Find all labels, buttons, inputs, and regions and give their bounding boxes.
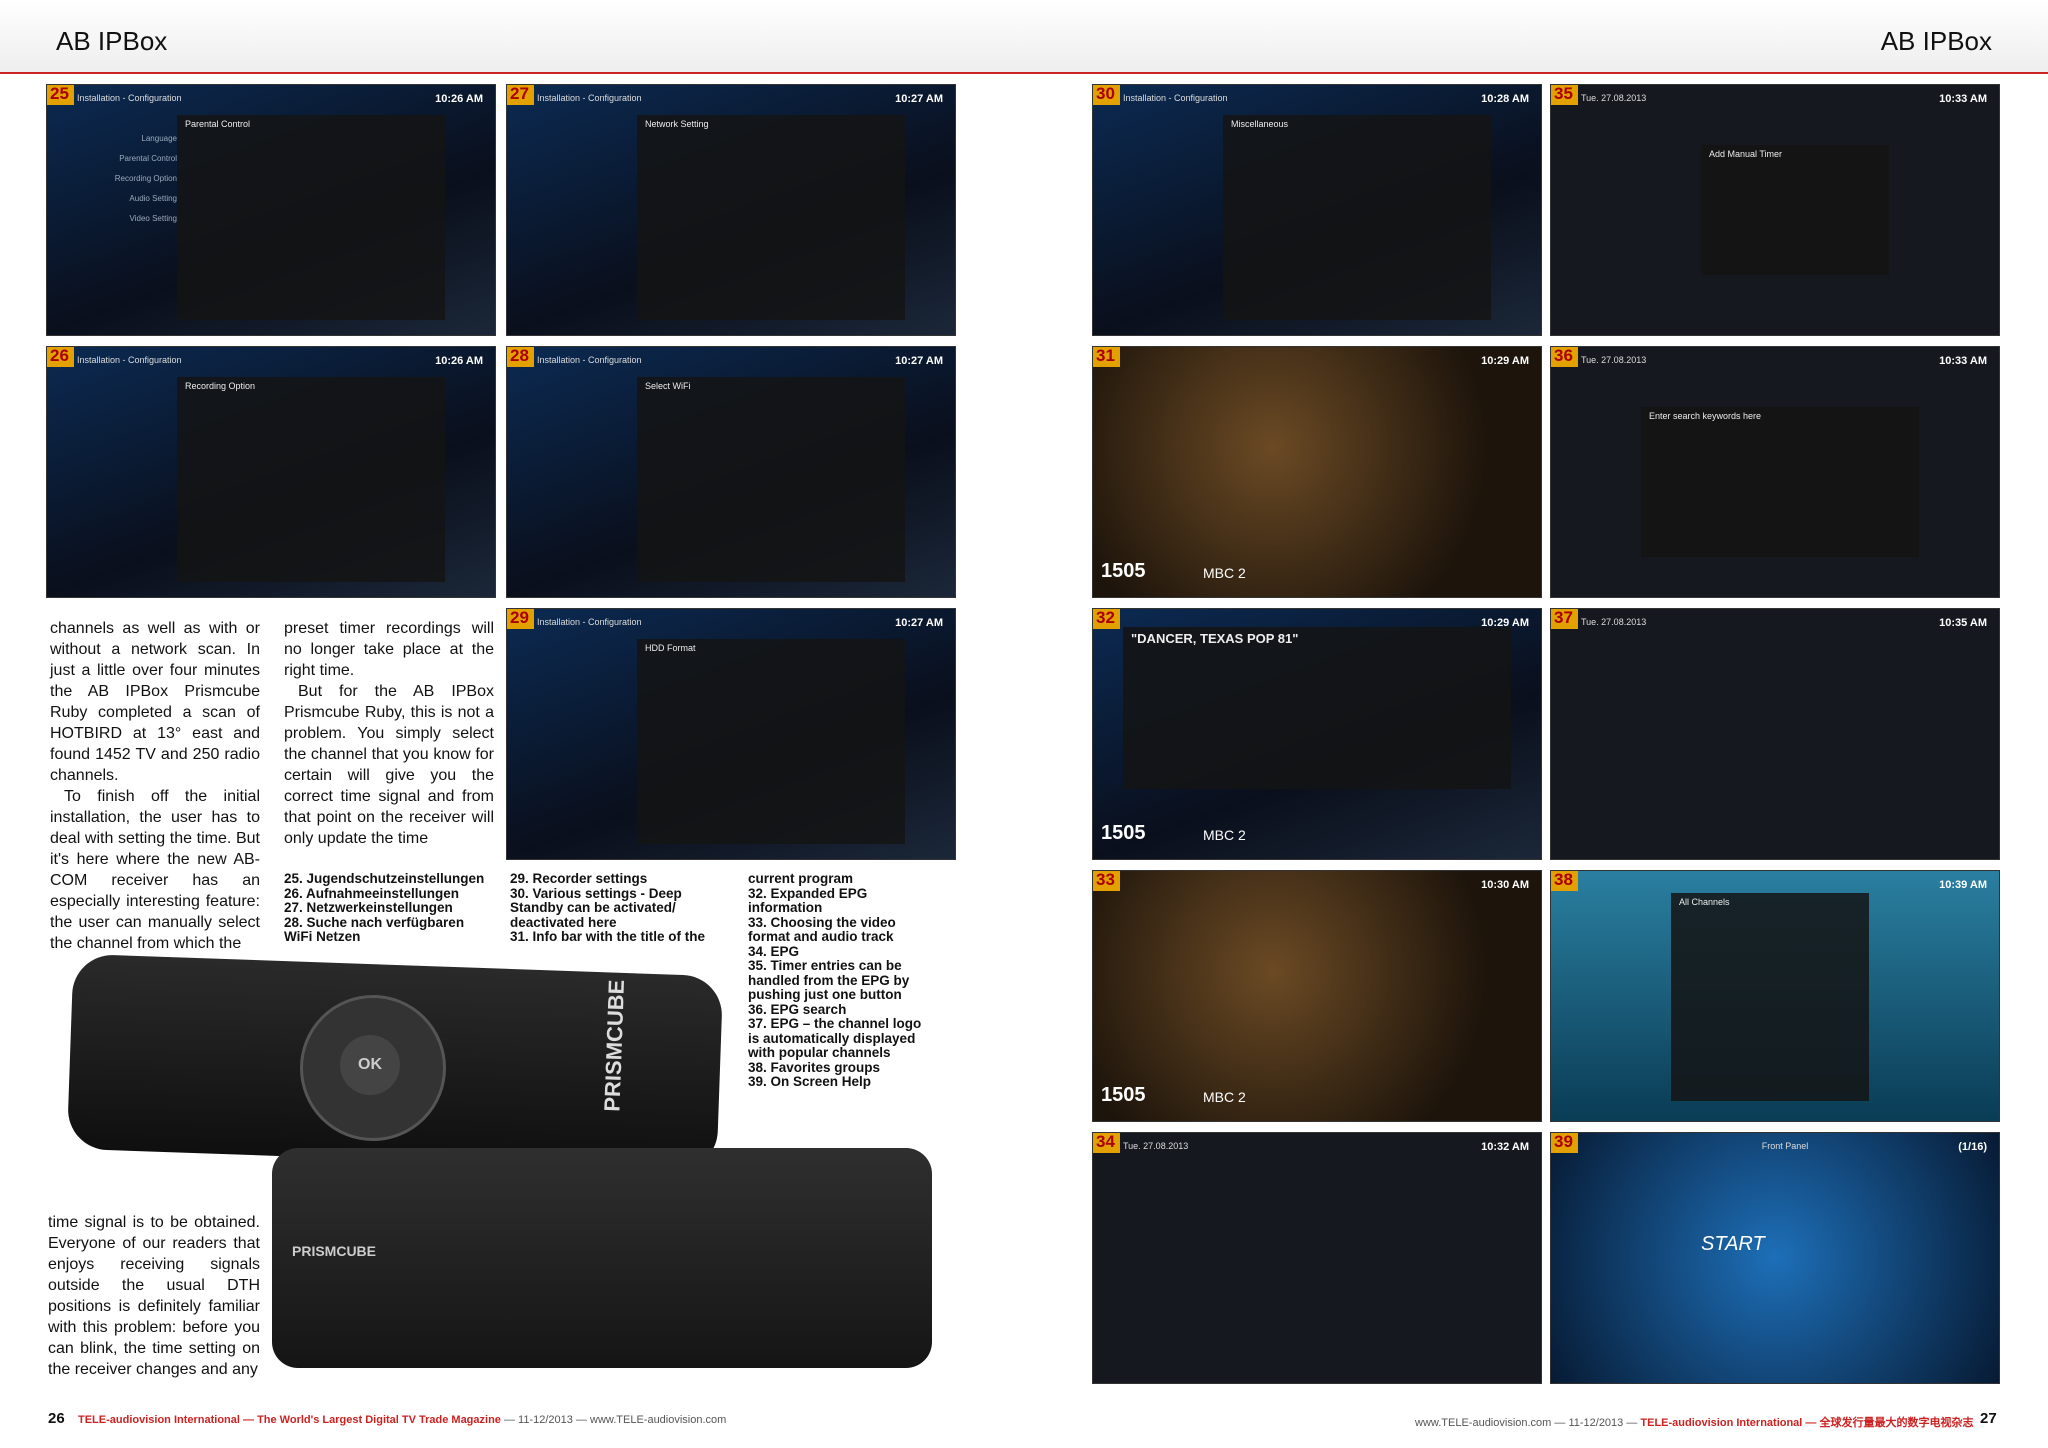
screen-33: 33 10:30 AM 1505 MBC 2	[1092, 870, 1542, 1122]
keyboard-photo: PRISMCUBE	[272, 1148, 932, 1368]
body-col-1: channels as well as with or without a ne…	[50, 620, 260, 952]
captions-b: 29. Recorder settings 30. Various settin…	[510, 871, 706, 944]
screen-35: 35 Tue. 27.08.2013 10:33 AM Add Manual T…	[1550, 84, 2000, 336]
body-col-2: preset timer recordings will no longer t…	[284, 620, 494, 847]
screen-38: 38 10:39 AM All Channels	[1550, 870, 2000, 1122]
screen-39: 39 Front Panel (1/16) START	[1550, 1132, 2000, 1384]
screen-34: 34 Tue. 27.08.2013 10:32 AM	[1092, 1132, 1542, 1384]
screen-29: 29 Installation - Configuration 10:27 AM…	[506, 608, 956, 860]
footer-right: www.TELE-audiovision.com — 11-12/2013 — …	[1415, 1417, 1974, 1429]
screen-31: 31 10:29 AM 1505 MBC 2	[1092, 346, 1542, 598]
prismcube-logo: PRISMCUBE	[599, 979, 630, 1113]
captions-c: current program 32. Expanded EPG informa…	[748, 871, 922, 1089]
screen-27: 27 Installation - Configuration 10:27 AM…	[506, 84, 956, 336]
brand-right: AB IPBox	[1880, 26, 1992, 56]
screen-30: 30 Installation - Configuration 10:28 AM…	[1092, 84, 1542, 336]
start-label: START	[1701, 1233, 1765, 1255]
settings-menu: Language Parental Control Recording Option…	[114, 134, 177, 223]
screen-37: 37 Tue. 27.08.2013 10:35 AM	[1550, 608, 2000, 860]
screen-32: 32 10:29 AM "DANCER, TEXAS POP 81" 1505 …	[1092, 608, 1542, 860]
screen-25: 25 Installation - Configuration 10:26 AM…	[46, 84, 496, 336]
page-header: AB IPBox AB IPBox	[0, 0, 2048, 74]
page-number-left: 26	[48, 1410, 65, 1427]
footer-left: TELE-audiovision International — The Wor…	[78, 1414, 727, 1426]
screen-28: 28 Installation - Configuration 10:27 AM…	[506, 346, 956, 598]
body-col-3: time signal is to be obtained. Everyone …	[48, 1214, 260, 1378]
page-number-right: 27	[1980, 1410, 1997, 1427]
screen-36: 36 Tue. 27.08.2013 10:33 AM Enter search…	[1550, 346, 2000, 598]
brand-left: AB IPBox	[56, 26, 168, 56]
captions-a: 25. Jugendschutzeinstellungen 26. Aufnah…	[284, 871, 485, 944]
ok-button-photo: OK	[340, 1035, 400, 1095]
screen-26: 26 Installation - Configuration 10:26 AM…	[46, 346, 496, 598]
